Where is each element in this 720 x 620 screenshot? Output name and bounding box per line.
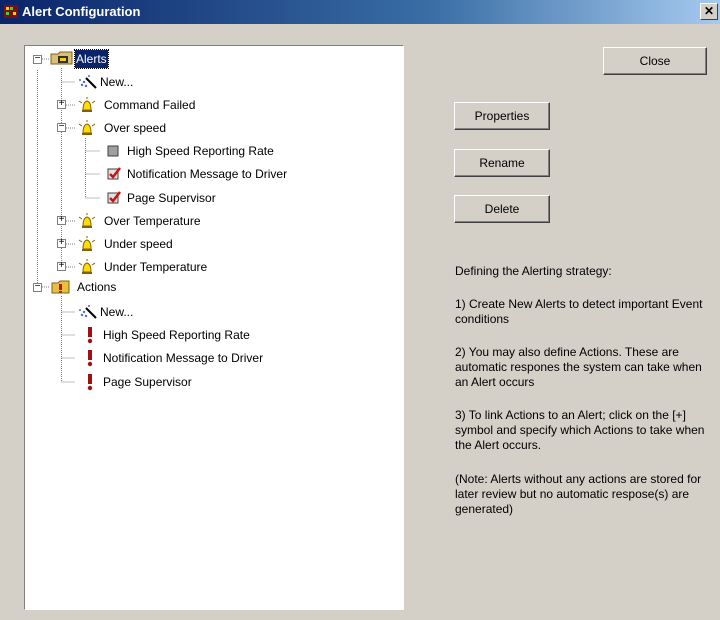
tree-node-label: Notification Message to Driver (127, 167, 288, 181)
help-step-3: 3) To link Actions to an Alert; click on… (455, 408, 705, 452)
help-note: (Note: Alerts without any actions are st… (455, 472, 702, 516)
under-speed-expand-toggle[interactable]: + (57, 237, 66, 248)
new-wand-icon (79, 305, 97, 319)
bell-alert-icon (78, 213, 96, 228)
help-heading: Defining the Alerting strategy: (455, 264, 612, 278)
help-step-1: 1) Create New Alerts to detect important… (455, 297, 703, 326)
new-wand-icon (79, 75, 97, 89)
bell-alert-icon (78, 97, 96, 112)
tree-node-label: Actions (77, 280, 117, 294)
plus-icon: + (58, 260, 65, 271)
tree-node-label: New... (100, 305, 134, 319)
under-temperature-expand-toggle[interactable]: + (57, 260, 66, 271)
alerts-collapse-toggle[interactable]: − (33, 53, 42, 64)
exclamation-action-icon (87, 350, 93, 367)
minus-icon: − (34, 53, 41, 64)
tree-node-label: Over Temperature (104, 214, 201, 228)
exclamation-action-icon (87, 327, 93, 344)
folder-actions-icon (51, 280, 70, 294)
minus-icon: − (34, 281, 41, 292)
tree-node-label: Under Temperature (104, 260, 208, 274)
window-close-button[interactable]: ✕ (700, 3, 718, 20)
tree-node-label: Page Supervisor (127, 191, 216, 205)
delete-button-label: Delete (484, 202, 520, 216)
bell-alert-icon (78, 236, 96, 251)
bell-alert-icon (78, 120, 96, 135)
alert-tree-view[interactable]: − Alerts New... + Command Failed − Over … (24, 45, 404, 610)
tree-node-label: High Speed Reporting Rate (103, 328, 250, 342)
actions-collapse-toggle[interactable]: − (33, 281, 42, 292)
exclamation-action-icon (87, 374, 93, 391)
checked-action-icon (107, 167, 121, 180)
tree-node-label: Command Failed (104, 98, 196, 112)
tree-node-label: Alerts (74, 49, 109, 69)
tree-node-label: New... (100, 75, 134, 89)
command-failed-expand-toggle[interactable]: + (57, 98, 66, 109)
tree-node-label: Over speed (104, 121, 167, 135)
properties-button[interactable]: Properties (454, 102, 550, 130)
help-step-2: 2) You may also define Actions. These ar… (455, 345, 702, 389)
over-speed-collapse-toggle[interactable]: − (57, 121, 66, 132)
close-button-label: Close (639, 54, 671, 68)
plus-icon: + (58, 214, 65, 225)
app-icon (4, 5, 18, 18)
close-icon: ✕ (703, 4, 715, 18)
tree-node-label: High Speed Reporting Rate (127, 144, 274, 158)
folder-alerts-icon (50, 51, 73, 65)
minus-icon: − (58, 121, 65, 132)
plus-icon: + (58, 237, 65, 248)
title-bar: Alert Configuration ✕ (0, 0, 720, 24)
tree-node-label: Page Supervisor (103, 375, 192, 389)
rename-button[interactable]: Rename (454, 149, 550, 177)
properties-button-label: Properties (474, 109, 530, 123)
rename-button-label: Rename (479, 156, 525, 170)
delete-button[interactable]: Delete (454, 195, 550, 223)
checked-action-icon (107, 191, 121, 204)
tree-node-label: Under speed (104, 237, 173, 251)
window-title: Alert Configuration (22, 4, 141, 19)
over-temperature-expand-toggle[interactable]: + (57, 214, 66, 225)
tree-node-label: Notification Message to Driver (103, 351, 264, 365)
plus-icon: + (58, 98, 65, 109)
unchecked-action-icon (107, 145, 119, 157)
close-button[interactable]: Close (603, 47, 707, 75)
bell-alert-icon (78, 259, 96, 274)
